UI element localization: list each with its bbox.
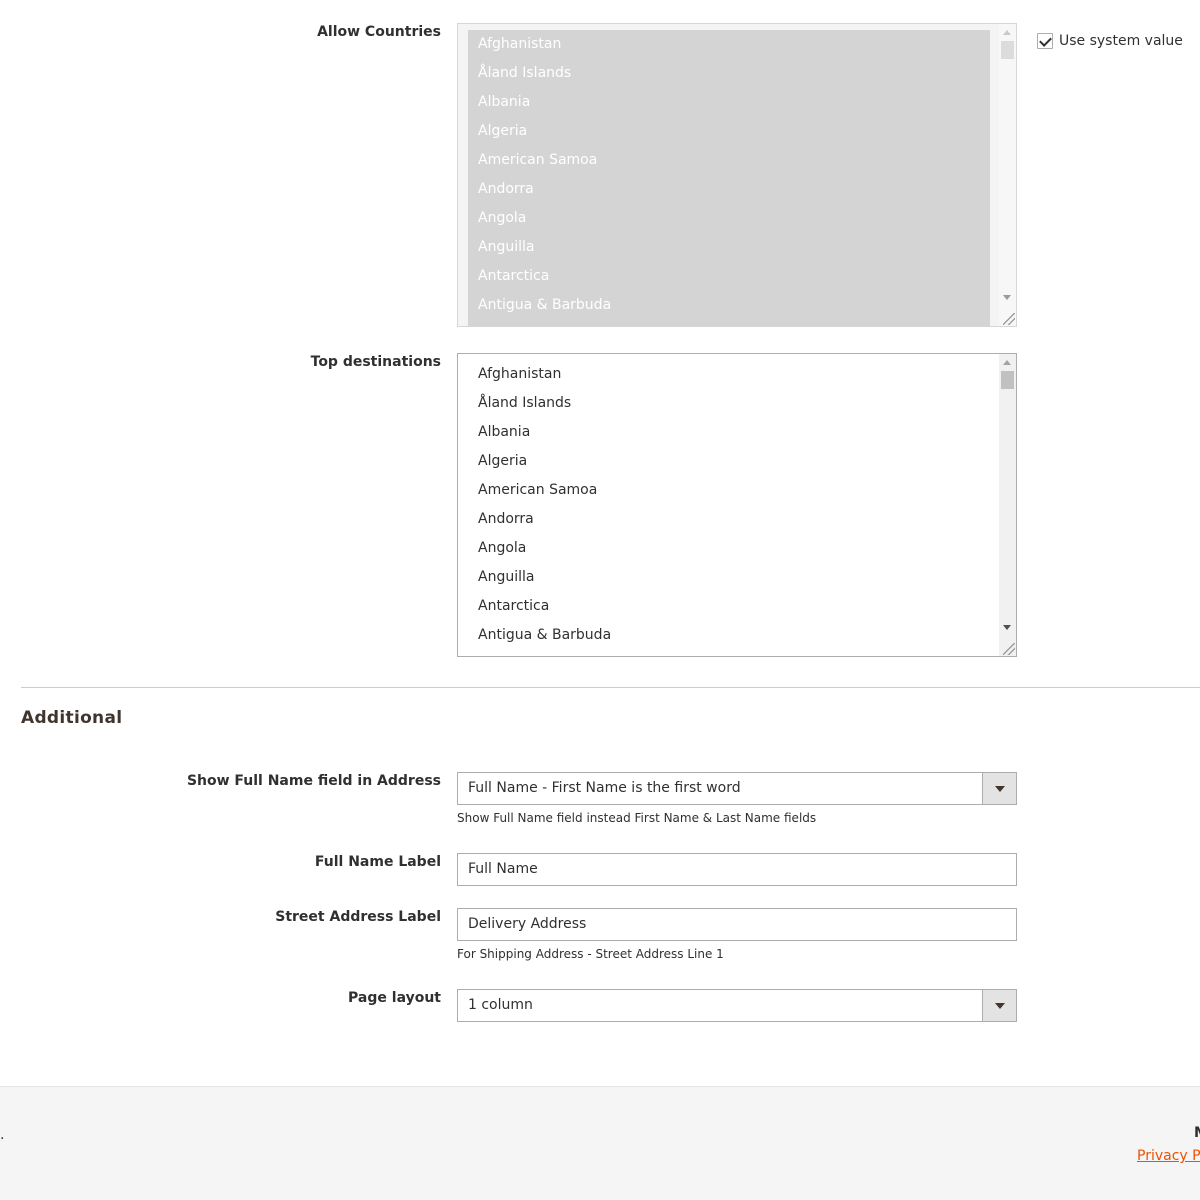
top-destinations-scrollbar[interactable]	[999, 354, 1016, 656]
allow-countries-option[interactable]: American Samoa	[468, 146, 990, 175]
top-destinations-option[interactable]: Afghanistan	[468, 360, 990, 389]
chevron-down-icon	[995, 1003, 1005, 1009]
use-system-value[interactable]: Use system value	[1037, 31, 1183, 51]
page-footer: . M Privacy Po	[0, 1086, 1200, 1200]
allow-countries-option[interactable]: Afghanistan	[468, 30, 990, 59]
scroll-up-icon[interactable]	[1003, 360, 1011, 365]
allow-countries-option[interactable]: Andorra	[468, 175, 990, 204]
footer-left-text: .	[0, 1127, 5, 1143]
top-destinations-option[interactable]: Åland Islands	[468, 389, 990, 418]
use-system-value-checkbox[interactable]	[1037, 33, 1053, 49]
allow-countries-option[interactable]: Algeria	[468, 117, 990, 146]
chevron-down-icon	[995, 786, 1005, 792]
page-layout-value: 1 column	[468, 997, 533, 1013]
scroll-up-icon[interactable]	[1003, 30, 1011, 35]
allow-countries-option[interactable]: Angola	[468, 204, 990, 233]
use-system-value-label[interactable]: Use system value	[1059, 33, 1183, 49]
top-destinations-option[interactable]: Antigua & Barbuda	[468, 621, 990, 650]
show-full-name-value: Full Name - First Name is the first word	[468, 780, 741, 796]
show-full-name-select[interactable]: Full Name - First Name is the first word	[457, 772, 1017, 805]
show-full-name-label: Show Full Name field in Address	[186, 773, 441, 789]
top-destinations-option[interactable]: Angola	[468, 534, 990, 563]
scroll-down-icon[interactable]	[1003, 295, 1011, 300]
allow-countries-scrollbar[interactable]	[999, 24, 1016, 326]
scrollbar-thumb[interactable]	[1001, 41, 1014, 59]
allow-countries-option[interactable]: Antigua & Barbuda	[468, 291, 990, 320]
resize-grip-icon[interactable]	[1003, 313, 1015, 325]
top-destinations-option[interactable]: Antarctica	[468, 592, 990, 621]
section-divider	[21, 687, 1200, 688]
allow-countries-option[interactable]: Antarctica	[468, 262, 990, 291]
scroll-down-icon[interactable]	[1003, 625, 1011, 630]
full-name-label-input[interactable]: Full Name	[457, 853, 1017, 886]
top-destinations-option[interactable]: Albania	[468, 418, 990, 447]
show-full-name-note: Show Full Name field instead First Name …	[457, 811, 817, 825]
top-destinations-option[interactable]: Algeria	[468, 447, 990, 476]
top-destinations-label: Top destinations	[310, 354, 441, 370]
page-layout-dropdown-button[interactable]	[982, 990, 1016, 1021]
full-name-label-label: Full Name Label	[314, 854, 441, 870]
allow-countries-option[interactable]: Albania	[468, 88, 990, 117]
allow-countries-option[interactable]: Åland Islands	[468, 59, 990, 88]
show-full-name-dropdown-button[interactable]	[982, 773, 1016, 804]
allow-countries-label: Allow Countries	[317, 24, 441, 40]
allow-countries-option[interactable]: Anguilla	[468, 233, 990, 262]
allow-countries-multiselect[interactable]: Afghanistan Åland Islands Albania Algeri…	[457, 23, 1017, 327]
resize-grip-icon[interactable]	[1003, 643, 1015, 655]
street-address-note: For Shipping Address - Street Address Li…	[457, 947, 724, 961]
street-address-label-input[interactable]: Delivery Address	[457, 908, 1017, 941]
scrollbar-thumb[interactable]	[1001, 371, 1014, 389]
page-layout-select[interactable]: 1 column	[457, 989, 1017, 1022]
top-destinations-multiselect[interactable]: Afghanistan Åland Islands Albania Algeri…	[457, 353, 1017, 657]
street-address-label-label: Street Address Label	[275, 909, 441, 925]
page-layout-label: Page layout	[348, 990, 441, 1006]
top-destinations-option[interactable]: Anguilla	[468, 563, 990, 592]
privacy-policy-link[interactable]: Privacy Po	[1137, 1148, 1200, 1164]
top-destinations-option[interactable]: Andorra	[468, 505, 990, 534]
section-title-additional[interactable]: Additional	[21, 708, 122, 728]
top-destinations-option[interactable]: American Samoa	[468, 476, 990, 505]
footer-brand-text: M	[1194, 1125, 1200, 1141]
